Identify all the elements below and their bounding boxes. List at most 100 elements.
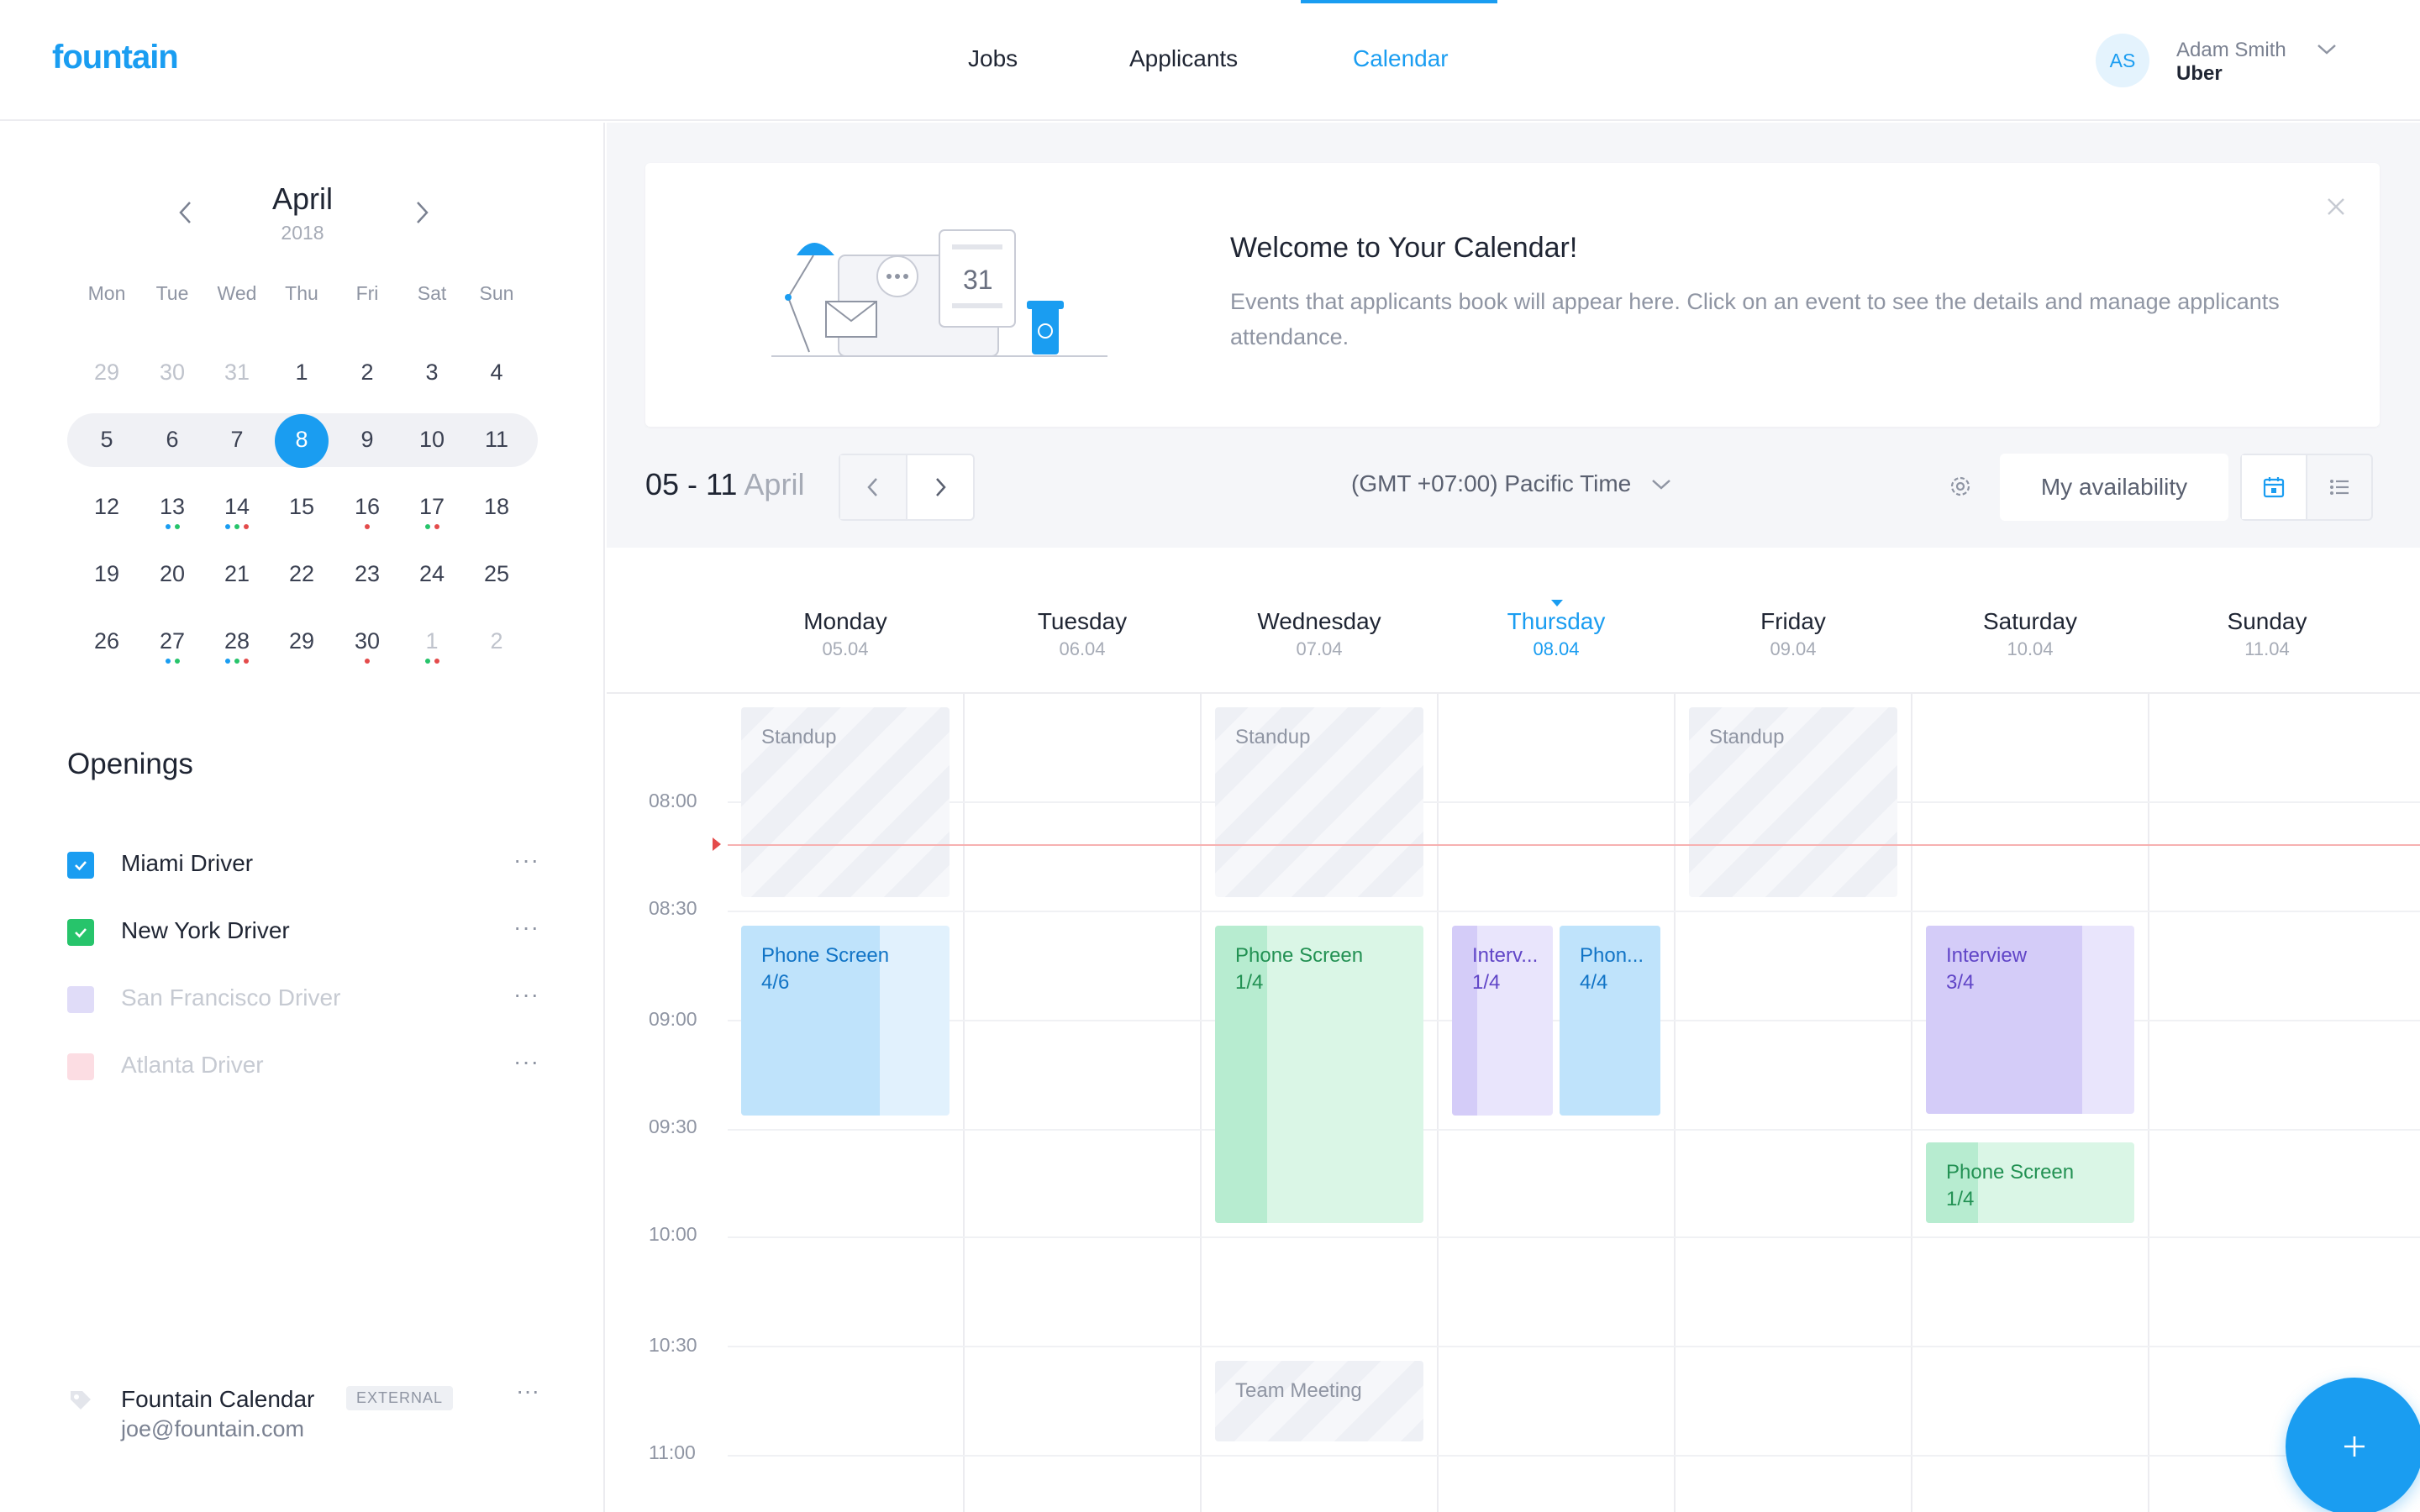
calendar-day[interactable]: 17: [399, 494, 465, 520]
calendar-day[interactable]: 25: [464, 561, 529, 587]
gear-icon[interactable]: [1948, 474, 1973, 499]
next-week-button[interactable]: [908, 455, 973, 519]
chevron-down-icon[interactable]: [2316, 40, 2338, 57]
calendar-day[interactable]: 1: [269, 360, 334, 386]
welcome-banner: 31 Welcome to Your Calendar! Events that…: [645, 163, 2380, 427]
checkbox-unchecked-icon[interactable]: [67, 986, 94, 1013]
calendar-view-button[interactable]: [2242, 455, 2307, 519]
day-header-sunday[interactable]: Sunday 11.04: [2149, 608, 2386, 660]
day-header-saturday[interactable]: Saturday 10.04: [1912, 608, 2149, 660]
calendar-day[interactable]: 6: [139, 427, 205, 453]
day-date: 05.04: [822, 638, 869, 659]
calendar-day[interactable]: 24: [399, 561, 465, 587]
calendar-day[interactable]: 12: [74, 494, 139, 520]
event-interview[interactable]: Interview 3/4: [1926, 926, 2134, 1114]
next-month-icon[interactable]: [409, 198, 434, 227]
opening-miami-driver[interactable]: Miami Driver ···: [67, 847, 563, 880]
calendar-day[interactable]: 2: [464, 628, 529, 654]
fountain-logo[interactable]: fountain: [52, 39, 179, 76]
user-name[interactable]: Adam Smith: [2176, 39, 2286, 62]
checkbox-checked-icon[interactable]: [67, 919, 94, 946]
calendar-day[interactable]: 5: [74, 427, 139, 453]
calendar-day[interactable]: 15: [269, 494, 334, 520]
calendar-day[interactable]: 21: [204, 561, 270, 587]
event-dots: [334, 659, 400, 665]
grid-row-line: [728, 911, 2420, 912]
calendar-day[interactable]: 29: [74, 360, 139, 386]
event-phone-screen[interactable]: Phon... 4/4: [1560, 926, 1660, 1116]
checkbox-checked-icon[interactable]: [67, 852, 94, 879]
event-phone-screen[interactable]: Phone Screen 1/4: [1215, 926, 1423, 1223]
nav-tab-calendar[interactable]: Calendar: [1353, 45, 1449, 72]
day-header-wednesday[interactable]: Wednesday 07.04: [1201, 608, 1438, 660]
opening-san-francisco-driver[interactable]: San Francisco Driver ···: [67, 981, 563, 1015]
calendar-day[interactable]: 1: [399, 628, 465, 654]
calendar-day[interactable]: 7: [204, 427, 270, 453]
time-label: 08:00: [649, 790, 697, 811]
more-options-icon[interactable]: ···: [516, 1378, 539, 1404]
day-header-friday[interactable]: Friday 09.04: [1675, 608, 1912, 660]
day-name: Friday: [1760, 608, 1826, 634]
nav-tab-applicants[interactable]: Applicants: [1129, 45, 1238, 72]
calendar-day[interactable]: 20: [139, 561, 205, 587]
event-title: Phon...: [1580, 944, 1644, 967]
calendar-day[interactable]: 4: [464, 360, 529, 386]
calendar-day[interactable]: 30: [334, 628, 400, 654]
calendar-day[interactable]: 28: [204, 628, 270, 654]
avatar[interactable]: AS: [2096, 34, 2149, 87]
event-standup[interactable]: Standup: [1689, 707, 1897, 897]
event-count: 3/4: [1946, 971, 1975, 994]
day-date: 10.04: [2007, 638, 2054, 659]
calendar-day[interactable]: 16: [334, 494, 400, 520]
more-options-icon[interactable]: ···: [513, 1048, 539, 1075]
opening-atlanta-driver[interactable]: Atlanta Driver ···: [67, 1048, 563, 1082]
add-event-button[interactable]: [2286, 1378, 2420, 1512]
calendar-day-selected[interactable]: 8: [269, 427, 334, 453]
event-dots: [334, 524, 400, 531]
event-standup[interactable]: Standup: [741, 707, 950, 897]
calendar-day[interactable]: 9: [334, 427, 400, 453]
previous-week-button[interactable]: [840, 455, 908, 519]
calendar-day[interactable]: 31: [204, 360, 270, 386]
calendar-day[interactable]: 27: [139, 628, 205, 654]
calendar-day[interactable]: 3: [399, 360, 465, 386]
user-organization[interactable]: Uber: [2176, 62, 2223, 86]
calendar-day[interactable]: 13: [139, 494, 205, 520]
calendar-day[interactable]: 23: [334, 561, 400, 587]
calendar-day[interactable]: 29: [269, 628, 334, 654]
close-icon[interactable]: [2326, 197, 2346, 217]
calendar-day[interactable]: 11: [464, 427, 529, 453]
more-options-icon[interactable]: ···: [513, 981, 539, 1008]
weekday-label: Sat: [417, 282, 447, 304]
calendar-day[interactable]: 22: [269, 561, 334, 587]
more-options-icon[interactable]: ···: [513, 914, 539, 941]
calendar-day[interactable]: 10: [399, 427, 465, 453]
opening-new-york-driver[interactable]: New York Driver ···: [67, 914, 563, 948]
grid-column-divider: [1674, 694, 1676, 1512]
calendar-day[interactable]: 14: [204, 494, 270, 520]
calendar-day[interactable]: 18: [464, 494, 529, 520]
my-availability-button[interactable]: My availability: [2000, 454, 2228, 521]
calendar-day[interactable]: 19: [74, 561, 139, 587]
calendar-day[interactable]: 30: [139, 360, 205, 386]
event-phone-screen[interactable]: Phone Screen 4/6: [741, 926, 950, 1116]
day-header-monday[interactable]: Monday 05.04: [727, 608, 964, 660]
day-header-tuesday[interactable]: Tuesday 06.04: [964, 608, 1201, 660]
week-range-month: April: [744, 467, 805, 501]
event-title: Standup: [1235, 726, 1311, 748]
chevron-down-icon[interactable]: [1650, 475, 1672, 492]
nav-tab-jobs[interactable]: Jobs: [968, 45, 1018, 72]
event-interview[interactable]: Interv... 1/4: [1452, 926, 1553, 1116]
event-phone-screen[interactable]: Phone Screen 1/4: [1926, 1142, 2134, 1223]
external-calendar-name: Fountain Calendar: [121, 1386, 315, 1412]
checkbox-unchecked-icon[interactable]: [67, 1053, 94, 1080]
calendar-icon: [2263, 477, 2285, 498]
day-header-thursday[interactable]: Thursday 08.04: [1438, 608, 1675, 660]
event-standup[interactable]: Standup: [1215, 707, 1423, 897]
timezone-select[interactable]: (GMT +07:00) Pacific Time: [1351, 470, 1631, 497]
event-team-meeting[interactable]: Team Meeting: [1215, 1361, 1423, 1441]
list-view-button[interactable]: [2307, 455, 2371, 519]
calendar-day[interactable]: 2: [334, 360, 400, 386]
more-options-icon[interactable]: ···: [513, 847, 539, 874]
calendar-day[interactable]: 26: [74, 628, 139, 654]
